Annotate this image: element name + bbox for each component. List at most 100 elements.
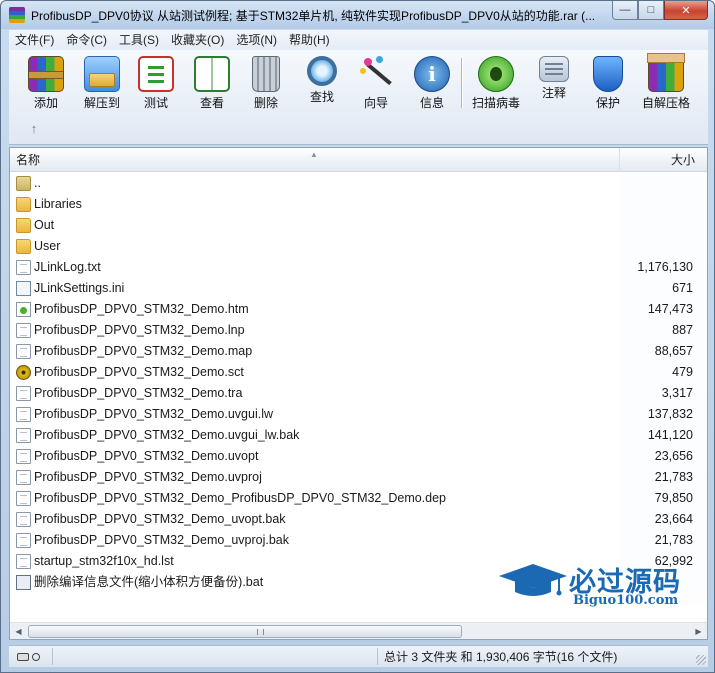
scroll-left-button[interactable]: ◀ (10, 623, 27, 640)
file-name: ProfibusDP_DPV0_STM32_Demo_uvopt.bak (34, 512, 286, 526)
list-item[interactable]: JLinkLog.txt 1,176,130 (10, 257, 707, 278)
menu-file[interactable]: 文件(F) (9, 30, 60, 50)
gear-file-icon (16, 365, 31, 380)
file-name: startup_stm32f10x_hd.lst (34, 554, 174, 568)
list-item[interactable]: JLinkSettings.ini 671 (10, 278, 707, 299)
find-button[interactable]: 查找 (297, 56, 347, 112)
list-item[interactable]: ProfibusDP_DPV0_STM32_Demo.uvopt 23,656 (10, 446, 707, 467)
file-size: 671 (672, 281, 693, 295)
close-button[interactable]: ✕ (664, 1, 708, 20)
comment-icon (539, 56, 569, 82)
file-name: ProfibusDP_DPV0_STM32_Demo.uvopt (34, 449, 259, 463)
scroll-right-button[interactable]: ▶ (690, 623, 707, 640)
list-item[interactable]: Libraries (10, 194, 707, 215)
file-size: 147,473 (647, 302, 693, 316)
batch-file-icon (16, 575, 31, 590)
file-size: 479 (672, 365, 693, 379)
toolbar-separator (461, 58, 462, 108)
horizontal-scrollbar[interactable]: ◀ ▶ (10, 622, 707, 639)
list-item[interactable]: ProfibusDP_DPV0_STM32_Demo.tra 3,317 (10, 383, 707, 404)
file-name: Out (34, 218, 55, 232)
file-icon (16, 512, 31, 527)
add-button[interactable]: 添加 (21, 56, 71, 112)
sort-ascending-icon: ▲ (310, 150, 318, 159)
view-label: 查看 (199, 96, 224, 110)
view-button[interactable]: 查看 (187, 56, 237, 112)
info-button[interactable]: i 信息 (407, 56, 457, 112)
list-item[interactable]: ProfibusDP_DPV0_STM32_Demo.htm 147,473 (10, 299, 707, 320)
file-size: 137,832 (647, 407, 693, 421)
file-name: JLinkLog.txt (34, 260, 101, 274)
list-item[interactable]: ProfibusDP_DPV0_STM32_Demo.uvgui.lw 137,… (10, 404, 707, 425)
comment-button[interactable]: 注释 (529, 56, 579, 112)
list-item[interactable]: ProfibusDP_DPV0_STM32_Demo.uvproj 21,783 (10, 467, 707, 488)
list-item[interactable]: Out (10, 215, 707, 236)
list-item[interactable]: ProfibusDP_DPV0_STM32_Demo.sct 479 (10, 362, 707, 383)
file-list: 名称 ▲ 大小 .. Libraries Out User JLinkLog.t… (9, 147, 708, 640)
file-size: 23,656 (654, 449, 693, 463)
file-icon (16, 323, 31, 338)
delete-button[interactable]: 删除 (241, 56, 291, 112)
list-item[interactable]: User (10, 236, 707, 257)
extract-to-button[interactable]: 解压到 (77, 56, 127, 112)
winrar-window: ProfibusDP_DPV0协议 从站测试例程; 基于STM32单片机, 纯软… (0, 0, 715, 673)
magnifier-icon (307, 56, 337, 86)
list-item[interactable]: ProfibusDP_DPV0_STM32_Demo_ProfibusDP_DP… (10, 488, 707, 509)
test-button[interactable]: 测试 (131, 56, 181, 112)
file-name: ProfibusDP_DPV0_STM32_Demo.uvproj (34, 470, 262, 484)
menu-tools[interactable]: 工具(S) (113, 30, 165, 50)
file-name: ProfibusDP_DPV0_STM32_Demo.uvgui.lw (34, 407, 273, 421)
file-icon (16, 554, 31, 569)
menu-options[interactable]: 选项(N) (230, 30, 283, 50)
html-file-icon (16, 302, 31, 317)
add-archive-icon (28, 56, 64, 92)
watermark-en-text: Biguo100.com (573, 593, 679, 608)
file-icon (16, 470, 31, 485)
up-level-icon[interactable]: ↑ (27, 122, 41, 136)
maximize-button[interactable]: □ (638, 1, 664, 20)
list-item[interactable]: ProfibusDP_DPV0_STM32_Demo.uvgui_lw.bak … (10, 425, 707, 446)
column-header-size[interactable]: 大小 (620, 148, 707, 172)
protect-button[interactable]: 保护 (583, 56, 633, 112)
file-name: User (34, 239, 61, 253)
list-item[interactable]: ProfibusDP_DPV0_STM32_Demo.map 88,657 (10, 341, 707, 362)
file-size: 88,657 (654, 344, 693, 358)
sfx-button[interactable]: 自解压格 (641, 53, 691, 112)
file-name: 删除编译信息文件(缩小体积方便备份).bat (34, 575, 264, 589)
wizard-button[interactable]: 向导 (351, 56, 401, 112)
winrar-app-icon (9, 7, 25, 23)
list-item[interactable]: .. (10, 173, 707, 194)
trash-can-icon (252, 56, 280, 92)
window-controls: — □ ✕ (612, 1, 708, 20)
status-key-panel[interactable] (9, 648, 53, 665)
file-name: Libraries (34, 197, 82, 211)
file-icon (16, 491, 31, 506)
resize-grip-icon[interactable] (696, 655, 706, 665)
list-item[interactable]: ProfibusDP_DPV0_STM32_Demo.lnp 887 (10, 320, 707, 341)
status-bar: 总计 3 文件夹 和 1,930,406 字节(16 个文件) (9, 645, 708, 667)
graduation-cap-icon (499, 564, 567, 596)
menu-favorites[interactable]: 收藏夹(O) (165, 30, 230, 50)
file-size: 79,850 (654, 491, 693, 505)
file-name: ProfibusDP_DPV0_STM32_Demo.htm (34, 302, 249, 316)
virus-scan-button[interactable]: 扫描病毒 (471, 56, 521, 112)
menu-bar: 文件(F) 命令(C) 工具(S) 收藏夹(O) 选项(N) 帮助(H) (9, 30, 708, 50)
parent-folder-icon (16, 176, 31, 191)
file-size: 1,176,130 (637, 260, 693, 274)
file-size: 23,664 (654, 512, 693, 526)
find-label: 查找 (309, 90, 334, 104)
file-icon (16, 344, 31, 359)
add-label: 添加 (33, 96, 58, 110)
virus-scan-icon (478, 56, 514, 92)
menu-commands[interactable]: 命令(C) (60, 30, 113, 50)
list-item[interactable]: ProfibusDP_DPV0_STM32_Demo_uvproj.bak 21… (10, 530, 707, 551)
file-size: 21,783 (654, 533, 693, 547)
title-bar[interactable]: ProfibusDP_DPV0协议 从站测试例程; 基于STM32单片机, 纯软… (1, 1, 714, 29)
menu-help[interactable]: 帮助(H) (283, 30, 336, 50)
minimize-button[interactable]: — (612, 1, 638, 20)
file-size: 3,317 (661, 386, 693, 400)
shield-icon (593, 56, 623, 92)
scroll-thumb[interactable] (28, 625, 462, 638)
comment-label: 注释 (541, 86, 566, 100)
list-item[interactable]: ProfibusDP_DPV0_STM32_Demo_uvopt.bak 23,… (10, 509, 707, 530)
